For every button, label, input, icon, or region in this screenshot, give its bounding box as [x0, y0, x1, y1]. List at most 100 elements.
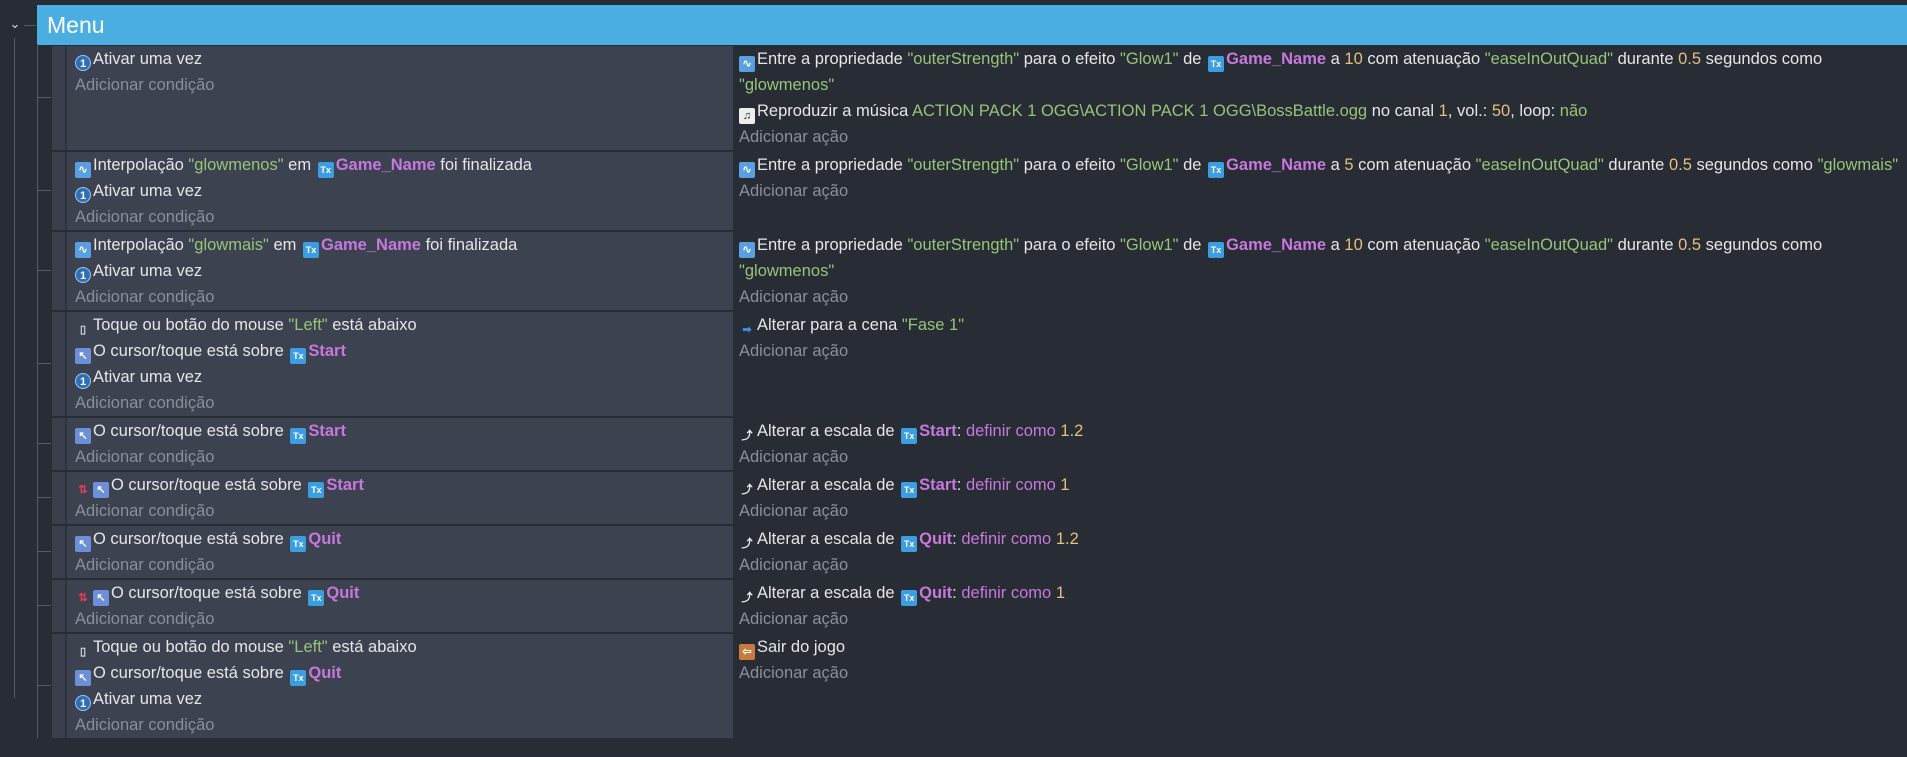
event-drag-handle[interactable] — [52, 46, 67, 150]
condition[interactable]: 1 Ativar uma vez — [75, 364, 733, 390]
add-condition-button[interactable]: Adicionar condição — [75, 552, 733, 578]
actions-column: ⤴ Alterar a escala de Tx Quit: definir com… — [733, 580, 1907, 632]
add-condition-button[interactable]: Adicionar condição — [75, 606, 733, 632]
text: definir como — [965, 422, 1061, 440]
number-param: 0.5 — [1678, 50, 1702, 68]
add-action-button[interactable]: Adicionar ação — [739, 284, 1907, 310]
add-action-button[interactable]: Adicionar ação — [739, 124, 1907, 150]
text-object-icon: Tx — [1208, 56, 1225, 72]
action[interactable]: ➡ Alterar para a cena "Fase 1" — [739, 312, 1907, 338]
string-param: "outerStrength" — [907, 236, 1020, 254]
condition[interactable]: ▯ Toque ou botão do mouse "Left" está aba… — [75, 634, 733, 660]
text: definir como — [961, 584, 1056, 602]
condition[interactable]: ↖ O cursor/toque está sobre Tx Start — [75, 418, 733, 444]
action[interactable]: ∿ Entre a propriedade "outerStrength" par… — [739, 232, 1907, 284]
event-drag-handle[interactable] — [52, 634, 67, 738]
scale-icon: ⤴ — [741, 430, 753, 442]
action[interactable]: ⤴ Alterar a escala de Tx Start: definir co… — [739, 418, 1907, 444]
text: Interpolação — [93, 156, 189, 174]
event-drag-handle[interactable] — [52, 232, 67, 310]
condition[interactable]: 1 Ativar uma vez — [75, 178, 733, 204]
condition[interactable]: 1 Ativar uma vez — [75, 258, 733, 284]
string-param: "easeInOutQuad" — [1475, 156, 1604, 174]
condition[interactable]: 1 Ativar uma vez — [75, 46, 733, 72]
collapse-group-chevron-icon[interactable]: ⌄ — [6, 16, 24, 34]
text: a — [1326, 236, 1345, 254]
object-name: Game_Name — [1226, 236, 1327, 254]
add-action-button[interactable]: Adicionar ação — [739, 178, 1907, 204]
scale-icon: ⤴ — [741, 538, 753, 550]
text: para o efeito — [1019, 236, 1121, 254]
text: durante — [1612, 50, 1679, 68]
add-action-button[interactable]: Adicionar ação — [739, 444, 1907, 470]
string-param: "easeInOutQuad" — [1484, 50, 1613, 68]
event-drag-handle[interactable] — [52, 152, 67, 230]
action[interactable]: ♫ Reproduzir a música ACTION PACK 1 OGG\A… — [739, 98, 1907, 124]
event-drag-handle[interactable] — [52, 472, 67, 524]
text: definir como — [965, 476, 1061, 494]
text: em — [268, 236, 301, 254]
add-action-button[interactable]: Adicionar ação — [739, 498, 1907, 524]
text: com atenuação — [1362, 50, 1485, 68]
text: Entre a propriedade — [757, 50, 908, 68]
string-param: "glowmenos" — [188, 156, 284, 174]
condition[interactable]: ⇅ ↖ O cursor/toque está sobre Tx Start — [75, 472, 733, 498]
condition[interactable]: 1 Ativar uma vez — [75, 686, 733, 712]
add-action-button[interactable]: Adicionar ação — [739, 338, 1907, 364]
number-param: 10 — [1344, 236, 1363, 254]
mouse-icon: ▯ — [79, 646, 87, 658]
text: a — [1326, 156, 1345, 174]
add-condition-button[interactable]: Adicionar condição — [75, 284, 733, 310]
add-condition-button[interactable]: Adicionar condição — [75, 498, 733, 524]
tree-connector — [37, 685, 51, 686]
text: : — [952, 530, 962, 548]
string-param: não — [1559, 102, 1588, 120]
number-param: 50 — [1491, 102, 1511, 120]
trigger-once-icon: 1 — [75, 187, 91, 203]
action[interactable]: ⤴ Alterar a escala de Tx Start: definir co… — [739, 472, 1907, 498]
group-header-menu[interactable]: Menu — [37, 5, 1907, 45]
number-param: 1 — [1438, 102, 1448, 120]
text: Sair do jogo — [757, 638, 846, 656]
action[interactable]: ∿ Entre a propriedade "outerStrength" par… — [739, 46, 1907, 98]
event-drag-handle[interactable] — [52, 526, 67, 578]
object-name: Quit — [919, 584, 953, 602]
text-object-icon: Tx — [901, 536, 918, 552]
action[interactable]: ⇦ Sair do jogo — [739, 634, 1907, 660]
event-drag-handle[interactable] — [52, 580, 67, 632]
add-action-button[interactable]: Adicionar ação — [739, 606, 1907, 632]
event-drag-handle[interactable] — [52, 418, 67, 470]
add-condition-button[interactable]: Adicionar condição — [75, 390, 733, 416]
add-action-button[interactable]: Adicionar ação — [739, 660, 1907, 686]
action[interactable]: ∿ Entre a propriedade "outerStrength" par… — [739, 152, 1907, 178]
condition[interactable]: ⇅ ↖ O cursor/toque está sobre Tx Quit — [75, 580, 733, 606]
condition[interactable]: ↖ O cursor/toque está sobre Tx Quit — [75, 526, 733, 552]
actions-column: ➡ Alterar para a cena "Fase 1" Adicionar a… — [733, 312, 1907, 416]
add-condition-button[interactable]: Adicionar condição — [75, 72, 733, 98]
action[interactable]: ⤴ Alterar a escala de Tx Quit: definir com… — [739, 526, 1907, 552]
text: a — [1326, 50, 1345, 68]
conditions-column: ∿ Interpolação "glowmenos" em Tx Game_Name… — [67, 152, 733, 230]
text: durante — [1612, 236, 1679, 254]
tree-connector — [37, 270, 51, 271]
text: durante — [1603, 156, 1669, 174]
condition[interactable]: ∿ Interpolação "glowmenos" em Tx Game_Name… — [75, 152, 733, 178]
action[interactable]: ⤴ Alterar a escala de Tx Quit: definir com… — [739, 580, 1907, 606]
actions-column: ⤴ Alterar a escala de Tx Start: definir co… — [733, 418, 1907, 470]
condition[interactable]: ↖ O cursor/toque está sobre Tx Quit — [75, 660, 733, 686]
tree-connector — [37, 605, 51, 606]
condition[interactable]: ↖ O cursor/toque está sobre Tx Start — [75, 338, 733, 364]
condition[interactable]: ▯ Toque ou botão do mouse "Left" está aba… — [75, 312, 733, 338]
event-drag-handle[interactable] — [52, 312, 67, 416]
tween-icon: ∿ — [75, 162, 91, 178]
add-condition-button[interactable]: Adicionar condição — [75, 204, 733, 230]
add-action-button[interactable]: Adicionar ação — [739, 552, 1907, 578]
add-condition-button[interactable]: Adicionar condição — [75, 712, 733, 738]
condition[interactable]: ∿ Interpolação "glowmais" em Tx Game_Name … — [75, 232, 733, 258]
text: , vol.: — [1447, 102, 1492, 120]
group-title: Menu — [47, 12, 105, 38]
object-name: Quit — [326, 584, 360, 602]
trigger-once-icon: 1 — [75, 373, 91, 389]
add-condition-button[interactable]: Adicionar condição — [75, 444, 733, 470]
object-name: Start — [919, 476, 957, 494]
